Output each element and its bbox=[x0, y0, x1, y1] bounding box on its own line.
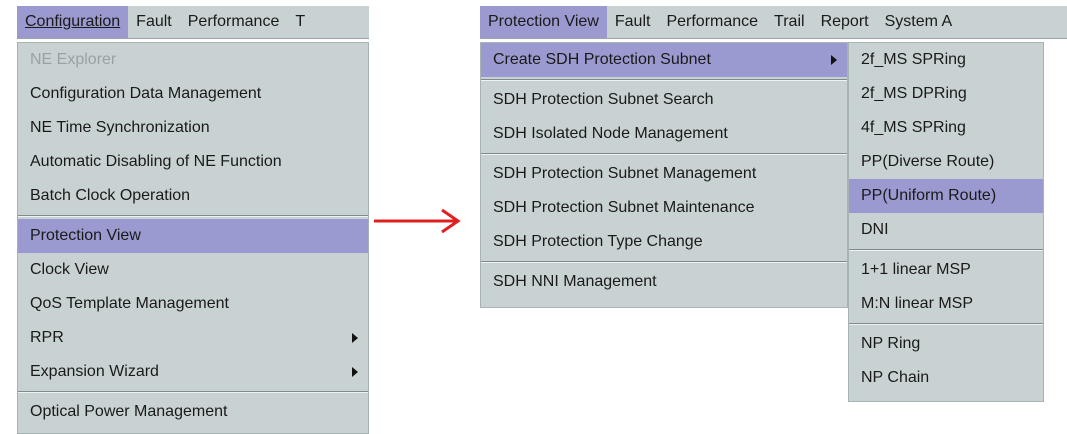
right-menubar: Protection View Fault Performance Trail … bbox=[480, 6, 1067, 39]
menu-separator bbox=[18, 215, 368, 217]
menu-trail[interactable]: Trail bbox=[766, 6, 813, 38]
menu-item-create-sdh-protection-subnet[interactable]: Create SDH Protection Subnet bbox=[481, 43, 847, 77]
create-subnet-submenu: 2f_MS SPRing 2f_MS DPRing 4f_MS SPRing P… bbox=[848, 42, 1044, 402]
menu-protection-view[interactable]: Protection View bbox=[480, 6, 607, 38]
submenu-item-np-chain[interactable]: NP Chain bbox=[849, 361, 1043, 395]
menu-separator bbox=[481, 79, 847, 81]
menu-item-qos-template-management[interactable]: QoS Template Management bbox=[18, 287, 368, 321]
menu-item-ne-explorer[interactable]: NE Explorer bbox=[18, 43, 368, 77]
submenu-item-pp-diverse-route[interactable]: PP(Diverse Route) bbox=[849, 145, 1043, 179]
menu-system-truncated[interactable]: System A bbox=[877, 6, 961, 38]
menu-separator bbox=[481, 261, 847, 263]
transition-arrow-icon bbox=[374, 208, 461, 234]
menu-performance[interactable]: Performance bbox=[658, 6, 766, 38]
menu-item-ne-time-synchronization[interactable]: NE Time Synchronization bbox=[18, 111, 368, 145]
menu-item-automatic-disabling[interactable]: Automatic Disabling of NE Function bbox=[18, 145, 368, 179]
left-menubar: Configuration Fault Performance T bbox=[17, 6, 369, 39]
submenu-arrow-icon bbox=[352, 333, 358, 343]
submenu-item-dni[interactable]: DNI bbox=[849, 213, 1043, 247]
menu-fault[interactable]: Fault bbox=[607, 6, 659, 38]
menu-item-configuration-data-management[interactable]: Configuration Data Management bbox=[18, 77, 368, 111]
menu-item-sdh-nni-management[interactable]: SDH NNI Management bbox=[481, 265, 847, 299]
protection-view-dropdown: Create SDH Protection Subnet SDH Protect… bbox=[480, 42, 848, 308]
menu-separator bbox=[849, 323, 1043, 325]
menu-item-protection-view[interactable]: Protection View bbox=[18, 219, 368, 253]
submenu-arrow-icon bbox=[831, 55, 837, 65]
submenu-item-mn-linear-msp[interactable]: M:N linear MSP bbox=[849, 287, 1043, 321]
menu-report[interactable]: Report bbox=[813, 6, 877, 38]
menu-item-sdh-protection-subnet-maintenance[interactable]: SDH Protection Subnet Maintenance bbox=[481, 191, 847, 225]
menu-configuration[interactable]: Configuration bbox=[17, 6, 129, 38]
configuration-dropdown: NE Explorer Configuration Data Managemen… bbox=[17, 42, 369, 434]
menu-t-truncated[interactable]: T bbox=[287, 6, 313, 38]
submenu-item-1plus1-linear-msp[interactable]: 1+1 linear MSP bbox=[849, 253, 1043, 287]
menu-separator bbox=[18, 391, 368, 393]
menu-performance[interactable]: Performance bbox=[180, 6, 288, 38]
submenu-item-4f-ms-spring[interactable]: 4f_MS SPRing bbox=[849, 111, 1043, 145]
submenu-arrow-icon bbox=[352, 367, 358, 377]
menu-fault[interactable]: Fault bbox=[128, 6, 180, 38]
submenu-item-np-ring[interactable]: NP Ring bbox=[849, 327, 1043, 361]
menu-separator bbox=[481, 153, 847, 155]
menu-item-clock-view[interactable]: Clock View bbox=[18, 253, 368, 287]
menu-separator bbox=[849, 249, 1043, 251]
menu-item-rpr[interactable]: RPR bbox=[18, 321, 368, 355]
submenu-item-2f-ms-dpring[interactable]: 2f_MS DPRing bbox=[849, 77, 1043, 111]
menu-item-sdh-isolated-node-management[interactable]: SDH Isolated Node Management bbox=[481, 117, 847, 151]
menu-item-optical-power-management[interactable]: Optical Power Management bbox=[18, 395, 368, 429]
submenu-item-pp-uniform-route[interactable]: PP(Uniform Route) bbox=[849, 179, 1043, 213]
menu-item-expansion-wizard[interactable]: Expansion Wizard bbox=[18, 355, 368, 389]
submenu-item-2f-ms-spring[interactable]: 2f_MS SPRing bbox=[849, 43, 1043, 77]
menu-item-sdh-protection-subnet-management[interactable]: SDH Protection Subnet Management bbox=[481, 157, 847, 191]
menu-item-sdh-protection-subnet-search[interactable]: SDH Protection Subnet Search bbox=[481, 83, 847, 117]
menu-item-batch-clock-operation[interactable]: Batch Clock Operation bbox=[18, 179, 368, 213]
menu-item-sdh-protection-type-change[interactable]: SDH Protection Type Change bbox=[481, 225, 847, 259]
